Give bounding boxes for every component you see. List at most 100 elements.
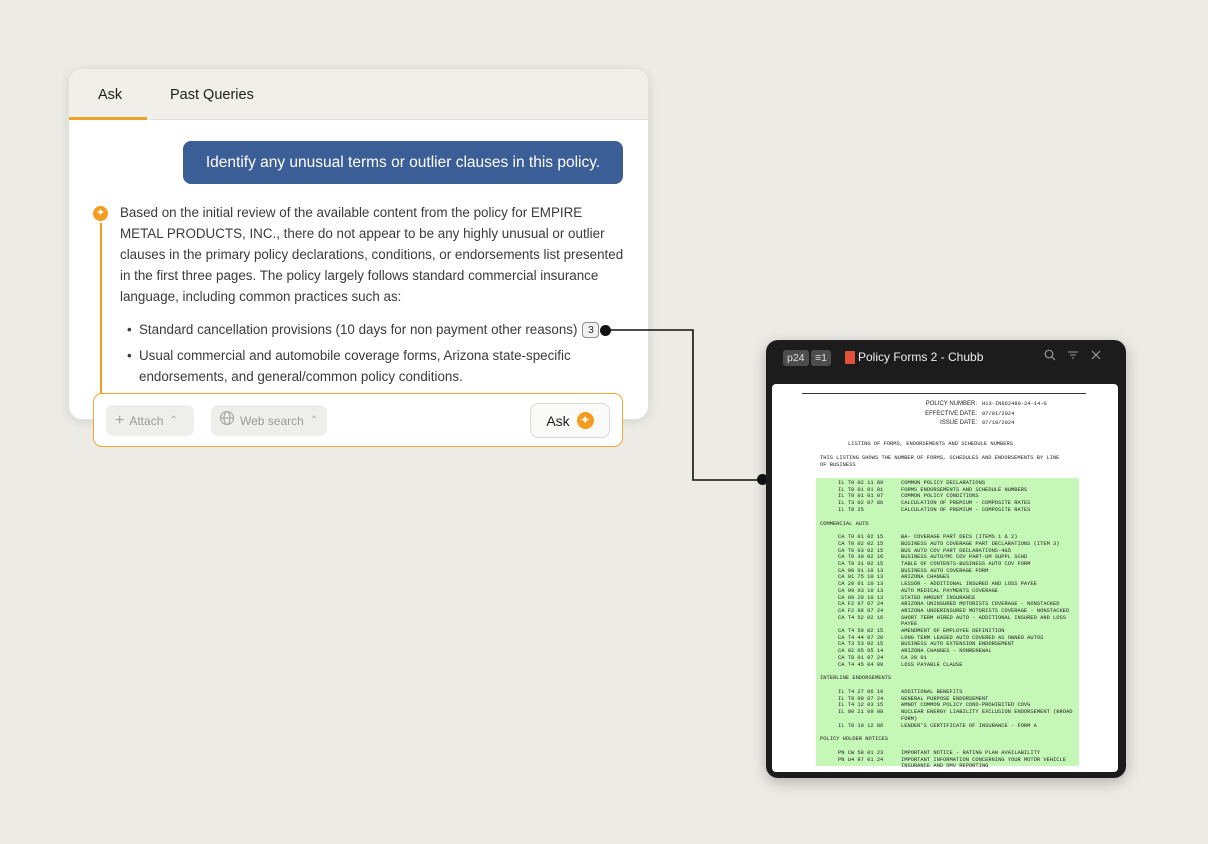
form-code: CA 99 03 10 13 (838, 587, 884, 594)
form-line: CA 20 01 10 13 LESSOR - ADDITIONAL INSURE… (820, 581, 1078, 588)
form-description: NUCLEAR ENERGY LIABILITY EXCLUSION ENDOR… (901, 709, 1073, 722)
viewer-toolbar (1044, 349, 1102, 364)
form-description: ARIZONA CHANGES (901, 574, 950, 581)
form-code: IL T8 25 (838, 506, 864, 513)
form-line: IL T8 00 07 24 GENERAL PURPOSE ENDORSEMEN… (820, 696, 1078, 703)
page-rule (802, 393, 1086, 394)
form-code: CA T0 01 02 15 (838, 534, 884, 541)
form-description: BUSINESS AUTO/MC COV PART-UM SUPPL SCHD (901, 554, 1028, 561)
form-description: ADDITIONAL BENEFITS (901, 688, 963, 695)
form-line: CA F2 97 07 24 ARIZONA UNINSURED MOTORIST… (820, 601, 1078, 608)
form-description: COMMON POLICY CONDITIONS (901, 493, 979, 500)
form-code: IL T0 10 12 86 (838, 722, 884, 729)
form-description: CA 20 01 (901, 654, 927, 661)
form-code: IL T4 12 03 15 (838, 702, 884, 709)
form-description: TABLE OF CONTENTS-BUSINESS AUTO COV FORM (901, 561, 1031, 568)
form-description: BUSINESS AUTO COVERAGE FORM (901, 567, 989, 574)
form-line: IL T0 02 11 89 COMMON POLICY DECLARATIONS (820, 480, 1078, 487)
form-code: CA F2 97 07 24 (838, 601, 884, 608)
document-heading: LISTING OF FORMS, ENDORSEMENTS AND SCHED… (848, 441, 1013, 447)
form-code: IL 00 21 09 08 (838, 709, 884, 716)
form-line: IL T3 02 07 86 CALCULATION OF PREMIUM - C… (820, 500, 1078, 507)
form-line: CA T0 03 02 15 BUS AUTO COV PART DECLARAT… (820, 548, 1078, 555)
form-line: CA T4 44 07 20 LONG TERM LEASED AUTO COVE… (820, 635, 1078, 642)
form-code: CA T4 52 02 16 (838, 614, 884, 621)
form-line: IL 00 21 09 08 NUCLEAR ENERGY LIABILITY E… (820, 709, 1078, 722)
form-line: PN U4 97 01 24 IMPORTANT INFORMATION CONC… (820, 757, 1078, 770)
form-code: CA T8 01 07 24 (838, 654, 884, 661)
form-code: CA T4 45 04 09 (838, 661, 884, 668)
form-description: LOSS PAYABLE CLAUSE (901, 661, 963, 668)
form-description: ARIZONA CHANGES - NONRENEWAL (901, 648, 992, 655)
form-description: LESSOR - ADDITIONAL INSURED AND LOSS PAY… (901, 581, 1037, 588)
policy-header: POLICY NUMBER: H13-IN862480-24-14-G EFFEC… (925, 401, 1047, 427)
form-line: CA T4 45 04 09 LOSS PAYABLE CLAUSE (820, 662, 1078, 669)
form-line: IL T0 01 01 07 COMMON POLICY CONDITIONS (820, 493, 1078, 500)
section-heading: POLICY HOLDER NOTICES (820, 736, 888, 743)
form-description: SHORT TERM HIRED AUTO - ADDITIONAL INSUR… (901, 614, 1066, 628)
form-code: CA 99 28 10 13 (838, 594, 884, 601)
form-line: CA T3 53 02 15 BUSINESS AUTO EXTENSION EN… (820, 641, 1078, 648)
form-code: CA T0 31 02 15 (838, 561, 884, 568)
form-description: AMENDMENT OF EMPLOYEE DEFINITION (901, 628, 1005, 635)
document-intro: THIS LISTING SHOWS THE NUMBER OF FORMS, … (820, 455, 1060, 468)
search-icon[interactable] (1044, 349, 1056, 364)
form-line: CA 99 28 10 13 STATED AMOUNT INSURANCE (820, 595, 1078, 602)
document-title-text: Policy Forms 2 - Chubb (858, 350, 984, 364)
form-line: CA T0 30 02 16 BUSINESS AUTO/MC COV PART-… (820, 554, 1078, 561)
form-line: PN CW 58 01 23 IMPORTANT NOTICE - RATING … (820, 750, 1078, 757)
form-description: AUTO MEDICAL PAYMENTS COVERAGE (901, 587, 999, 594)
form-line: CA T4 59 02 15 AMENDMENT OF EMPLOYEE DEFI… (820, 628, 1078, 635)
form-description: BUSINESS AUTO EXTENSION ENDORSEMENT (901, 641, 1015, 648)
form-line: CA T4 52 02 16 SHORT TERM HIRED AUTO - AD… (820, 615, 1078, 628)
form-code: IL T0 01 01 07 (838, 493, 884, 500)
form-line: CA T0 01 02 15 BA- COVERAGE PART DECS (IT… (820, 534, 1078, 541)
form-description: BUSINESS AUTO COVERAGE PART DECLARATIONS… (901, 540, 1060, 547)
form-line: IL T0 10 12 86 LENDER'S CERTIFICATE OF IN… (820, 723, 1078, 730)
form-line: IL T8 01 01 01 FORMS ENDORSEMENTS AND SCH… (820, 487, 1078, 494)
forms-list: IL T0 02 11 89 COMMON POLICY DECLARATIONS… (820, 480, 1078, 770)
pdf-icon (845, 350, 855, 364)
form-code: CA T4 44 07 20 (838, 634, 884, 641)
form-line: CA 99 03 10 13 AUTO MEDICAL PAYMENTS COVE… (820, 588, 1078, 595)
form-code: IL T0 02 11 89 (838, 480, 884, 486)
form-code: CA 00 01 10 13 (838, 567, 884, 574)
form-code: CA F2 98 07 24 (838, 607, 884, 614)
form-line: IL T4 27 06 19 ADDITIONAL BENEFITS (820, 689, 1078, 696)
form-line: IL T4 12 03 15 AMNDT COMMON POLICY COND-P… (820, 702, 1078, 709)
document-viewer: p24 ≡1 Policy Forms 2 - Chubb POLICY NUM… (766, 340, 1126, 778)
form-description: CALCULATION OF PREMIUM - COMPOSITE RATES (901, 506, 1031, 513)
section-heading: COMMERCIAL AUTO (820, 520, 869, 527)
form-description: ARIZONA UNINSURED MOTORISTS COVERAGE - N… (901, 601, 1060, 608)
form-code: CA T0 02 02 15 (838, 540, 884, 547)
form-line: CA T0 02 02 15 BUSINESS AUTO COVERAGE PAR… (820, 541, 1078, 548)
filter-icon[interactable] (1067, 349, 1079, 364)
form-code: IL T3 02 07 86 (838, 500, 884, 507)
form-description: LENDER'S CERTIFICATE OF INSURANCE - FORM… (901, 722, 1037, 729)
form-code: PN CW 58 01 23 (838, 749, 884, 756)
form-code: CA T4 59 02 15 (838, 628, 884, 635)
page-badge: p24 (783, 350, 809, 366)
form-code: IL T8 01 01 01 (838, 486, 884, 493)
form-line: CA 00 01 10 13 BUSINESS AUTO COVERAGE FOR… (820, 568, 1078, 575)
close-icon[interactable] (1090, 349, 1102, 364)
form-code: CA T0 03 02 15 (838, 547, 884, 554)
form-line: CA T0 31 02 15 TABLE OF CONTENTS-BUSINESS… (820, 561, 1078, 568)
connector-start-dot (600, 325, 611, 336)
form-description: BA- COVERAGE PART DECS (ITEMS 1 & 2) (901, 534, 1018, 541)
document-title: Policy Forms 2 - Chubb (845, 350, 983, 364)
form-code: CA 01 75 10 13 (838, 574, 884, 581)
form-description: BUS AUTO COV PART DECLARATIONS-4&5 (901, 547, 1011, 554)
section-badge: ≡1 (811, 350, 831, 366)
form-code: CA T3 53 02 15 (838, 641, 884, 648)
viewer-header: p24 ≡1 Policy Forms 2 - Chubb (766, 340, 1126, 376)
form-line: CA 02 05 05 14 ARIZONA CHANGES - NONRENEW… (820, 648, 1078, 655)
form-description: AMNDT COMMON POLICY COND-PROHIBITED COVG (901, 702, 1031, 709)
form-code: IL T4 27 06 19 (838, 688, 884, 695)
form-description: LONG TERM LEASED AUTO COVERED AS OWNED A… (901, 634, 1044, 641)
form-line: CA 01 75 10 13 ARIZONA CHANGES (820, 574, 1078, 581)
form-code: CA 02 05 05 14 (838, 648, 884, 655)
form-description: IMPORTANT INFORMATION CONCERNING YOUR MO… (901, 756, 1066, 770)
form-description: IMPORTANT NOTICE - RATING PLAN AVAILABIL… (901, 749, 1041, 756)
form-description: STATED AMOUNT INSURANCE (901, 594, 976, 601)
